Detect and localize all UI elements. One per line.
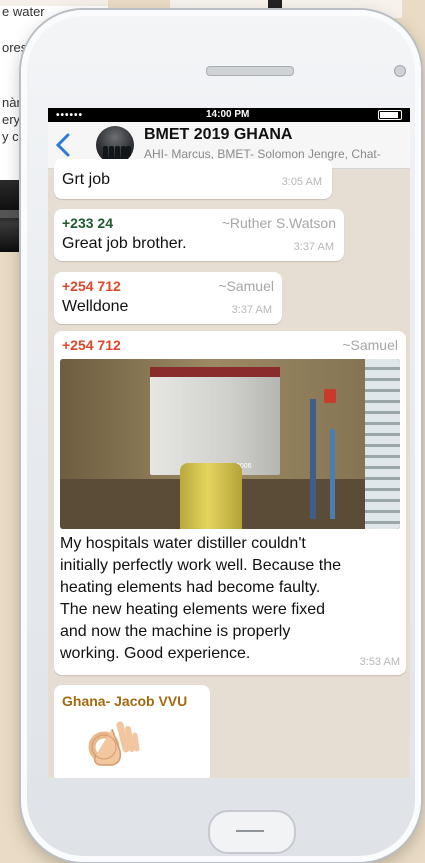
- message-alias: ~Samuel: [342, 337, 398, 353]
- signal-strength-icon: ••••••: [56, 110, 84, 121]
- message-bubble[interactable]: Ghana- Jacob VVU: [54, 685, 210, 778]
- message-alias: ~Ruther S.Watson: [221, 215, 336, 231]
- message-caption-line: working. Good experience.: [60, 645, 251, 662]
- status-time: 14:00 PM: [206, 109, 250, 120]
- ok-hand-icon: [82, 719, 142, 769]
- status-bar: •••••• 14:00 PM: [48, 108, 410, 122]
- message-time: 3:05 AM: [281, 176, 322, 188]
- message-bubble[interactable]: +254 712 ~Samuel 2006 My hospitals water…: [54, 331, 406, 675]
- water-distiller-photo[interactable]: 2006: [60, 359, 400, 529]
- group-name[interactable]: BMET 2019 GHANA: [144, 126, 292, 144]
- message-caption-line: initially perfectly work well. Because t…: [60, 557, 342, 574]
- message-text: Welldone: [62, 298, 129, 315]
- document-text-line: e water: [2, 4, 45, 19]
- back-icon[interactable]: [54, 132, 78, 158]
- front-camera: [394, 65, 406, 77]
- message-time: 3:37 AM: [231, 304, 272, 316]
- message-text: Great job brother.: [62, 235, 187, 252]
- message-time: 3:53 AM: [359, 656, 400, 668]
- message-text: Grt job: [62, 171, 111, 188]
- message-sender[interactable]: Ghana- Jacob VVU: [62, 693, 187, 709]
- message-bubble[interactable]: Grt job 3:05 AM: [54, 159, 332, 199]
- message-alias: ~Samuel: [218, 278, 274, 294]
- message-bubble[interactable]: +233 24 ~Ruther S.Watson Great job broth…: [54, 209, 344, 261]
- message-caption-line: The new heating elements were fixed: [60, 601, 326, 618]
- message-sender[interactable]: +254 712: [62, 337, 121, 353]
- battery-icon: [378, 110, 402, 120]
- phone-screen: •••••• 14:00 PM BMET 2019 GHANA AHI- Mar…: [48, 108, 410, 778]
- message-time: 3:37 AM: [293, 241, 334, 253]
- message-caption-line: and now the machine is properly: [60, 623, 291, 640]
- message-sender[interactable]: +233 24: [62, 215, 113, 231]
- home-button[interactable]: [208, 810, 296, 854]
- message-caption-line: heating elements had become faulty.: [60, 579, 321, 596]
- speaker-grille: [206, 66, 294, 76]
- message-caption-line: My hospitals water distiller couldn't: [60, 535, 306, 552]
- message-bubble[interactable]: +254 712 ~Samuel Welldone 3:37 AM: [54, 272, 282, 324]
- message-sender[interactable]: +254 712: [62, 278, 121, 294]
- chat-messages[interactable]: Grt job 3:05 AM +233 24 ~Ruther S.Watson…: [48, 159, 410, 778]
